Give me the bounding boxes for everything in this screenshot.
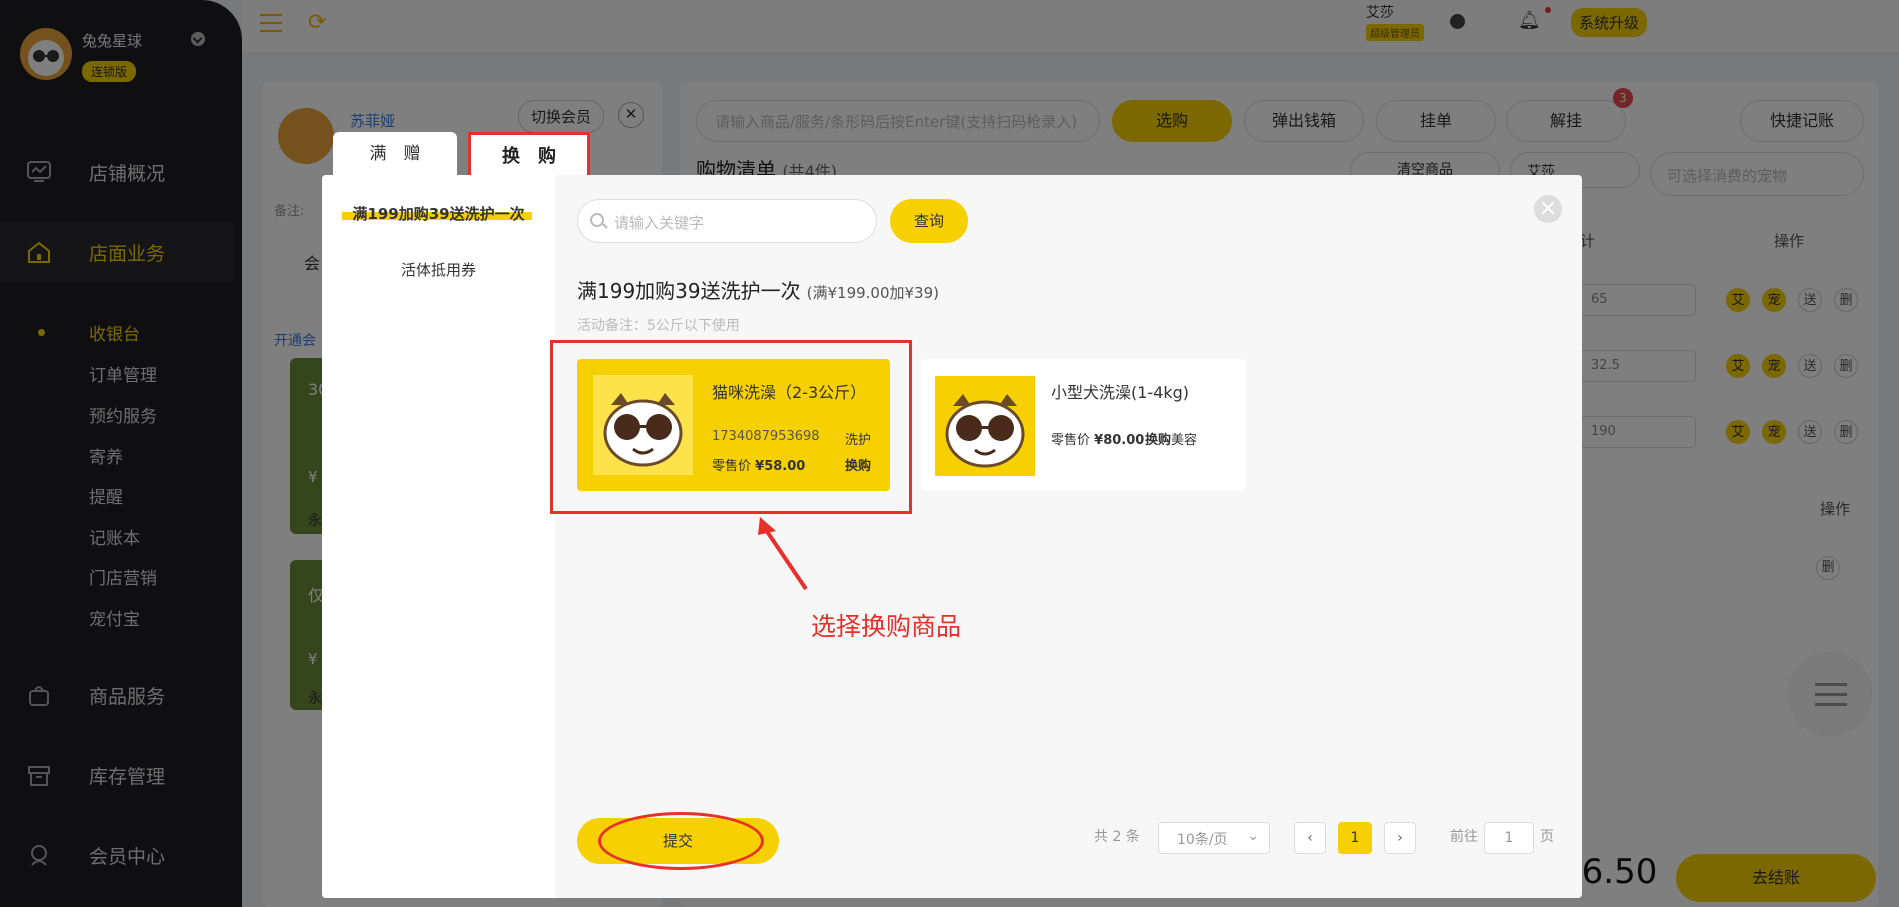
cat-glasses-icon xyxy=(945,394,1025,468)
prev-page-icon[interactable]: ‹ xyxy=(1294,822,1326,854)
selection-annotation xyxy=(550,340,912,514)
promo-title: 满199加购39送洗护一次 (满¥199.00加¥39) xyxy=(577,275,939,304)
product-name: 小型犬洗澡(1-4kg) xyxy=(1051,383,1190,402)
promo-list: 满199加购39送洗护一次 活体抵用券 xyxy=(322,175,555,898)
product-tag: 换购美容 xyxy=(1145,429,1197,448)
goto-label: 前往 xyxy=(1450,829,1478,845)
page-size-value: 10条/页 xyxy=(1177,832,1228,848)
promo-condition: (满¥199.00加¥39) xyxy=(806,284,939,302)
product-card[interactable]: 小型犬洗澡(1-4kg) 零售价 ¥80.00 换购美容 xyxy=(921,359,1246,491)
search-placeholder: 请输入关键字 xyxy=(614,214,705,232)
tab-exchange-label: 换 购 xyxy=(502,146,556,167)
product-type: 美容 xyxy=(1171,433,1198,448)
arrow-icon xyxy=(758,517,808,591)
goto-page-input[interactable]: 1 xyxy=(1484,822,1534,854)
exchange-dialog: 满199加购39送洗护一次 活体抵用券 × 请输入关键字 查询 满199加购39… xyxy=(322,175,1582,898)
product-image xyxy=(935,376,1035,476)
search-icon xyxy=(590,213,604,227)
keyword-search-input[interactable]: 请输入关键字 xyxy=(577,199,877,243)
query-button[interactable]: 查询 xyxy=(890,199,968,243)
next-page-icon[interactable]: › xyxy=(1384,822,1416,854)
tag-text: 换购 xyxy=(1145,433,1172,448)
price-value: ¥80.00 xyxy=(1094,433,1145,448)
annotation-text: 选择换购商品 xyxy=(811,612,962,641)
submit-annotation xyxy=(598,812,764,870)
price-label: 零售价 xyxy=(1051,433,1091,448)
promo-note: 活动备注：5公斤以下使用 xyxy=(577,318,740,334)
promo-title-text: 满199加购39送洗护一次 xyxy=(577,279,801,303)
product-price: 零售价 ¥80.00 xyxy=(1051,429,1144,448)
promo-item-active[interactable]: 满199加购39送洗护一次 xyxy=(322,203,555,224)
promo-item[interactable]: 活体抵用券 xyxy=(322,259,555,280)
page-size-select[interactable]: 10条/页 ⌄ xyxy=(1158,822,1270,854)
tab-full-gift[interactable]: 满 赠 xyxy=(333,132,457,176)
page-unit-label: 页 xyxy=(1540,829,1554,845)
close-icon[interactable]: × xyxy=(1534,195,1562,223)
chevron-down-icon: ⌄ xyxy=(1247,828,1259,844)
pagination-total: 共 2 条 xyxy=(1094,829,1140,845)
current-page[interactable]: 1 xyxy=(1338,822,1372,854)
